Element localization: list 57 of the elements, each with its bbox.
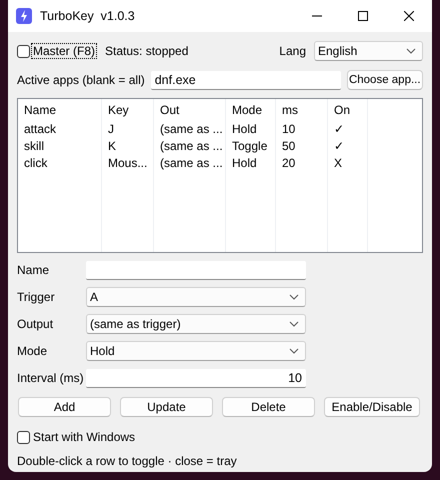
table-cell-text: Hold — [231, 121, 258, 136]
table-cell-text: (same as ... — [159, 138, 224, 153]
master-label[interactable]: Master (F8) — [31, 43, 98, 59]
field-label: Trigger — [17, 290, 56, 304]
language-dropdown[interactable]: English — [314, 41, 423, 61]
table-cell-text: skill — [23, 138, 45, 153]
column-header[interactable]: ms — [276, 99, 328, 119]
action-button[interactable]: Delete — [222, 397, 315, 417]
table-cell-text: K — [107, 138, 118, 153]
table-cell-text: attack — [23, 121, 58, 136]
window-title: TurboKey v1.0.3 — [40, 9, 136, 23]
startup-label[interactable]: Start with Windows — [33, 430, 136, 444]
table-cell-text: Mous... — [107, 155, 148, 170]
master-checkbox[interactable] — [17, 44, 30, 58]
lang-label: Lang — [279, 44, 306, 58]
chevron-down-icon — [289, 321, 299, 327]
table-cell-text: X — [333, 155, 344, 170]
table-cell-text: Toggle — [231, 138, 268, 153]
table-cell-text: J — [107, 121, 115, 136]
choose-app-button[interactable]: Choose app... — [346, 70, 423, 90]
table-cell-text: Hold — [231, 155, 258, 170]
maximize-icon[interactable] — [358, 11, 368, 21]
table-cell-text: (same as ... — [159, 155, 224, 170]
action-button[interactable]: Enable/Disable — [324, 397, 420, 417]
footer-hint: Double-click a row to toggle · close = tray — [17, 454, 237, 468]
dropdown[interactable]: Hold — [86, 341, 306, 361]
field-label: Interval (ms) — [17, 371, 85, 385]
column-header[interactable]: Out — [154, 99, 226, 119]
close-icon[interactable] — [404, 11, 414, 21]
table-cell-text: 10 — [281, 121, 296, 136]
chevron-down-icon — [289, 348, 299, 354]
input-field[interactable] — [86, 260, 306, 280]
active-apps-field[interactable]: dnf.exe — [150, 70, 341, 90]
table-cell-text: ✓ — [333, 121, 345, 136]
table-cell-text: 20 — [281, 155, 296, 170]
input-field[interactable]: 10 — [86, 368, 306, 388]
field-label: Mode — [17, 344, 48, 358]
chevron-down-icon — [289, 294, 299, 300]
startup-checkbox[interactable] — [17, 430, 30, 444]
field-label: Output — [17, 317, 54, 331]
column-header[interactable]: Mode — [226, 99, 276, 119]
chevron-down-icon — [406, 48, 416, 54]
dropdown[interactable]: (same as trigger) — [86, 314, 306, 334]
table-cell-text: 50 — [281, 138, 296, 153]
action-button[interactable]: Add — [18, 397, 111, 417]
status-text: Status: stopped — [105, 44, 190, 58]
active-apps-label: Active apps (blank = all) — [17, 73, 145, 87]
lightning-bolt-icon — [16, 8, 32, 24]
column-header[interactable]: Name — [18, 99, 102, 119]
action-button[interactable]: Update — [120, 397, 213, 417]
table-cell-text: (same as ... — [159, 121, 224, 136]
table-cell-text: click — [23, 155, 48, 170]
field-label: Name — [17, 263, 50, 277]
column-header[interactable]: Key — [102, 99, 154, 119]
dropdown[interactable]: A — [86, 287, 306, 307]
table-cell-text: ✓ — [333, 138, 345, 153]
column-header[interactable]: On — [328, 99, 368, 119]
